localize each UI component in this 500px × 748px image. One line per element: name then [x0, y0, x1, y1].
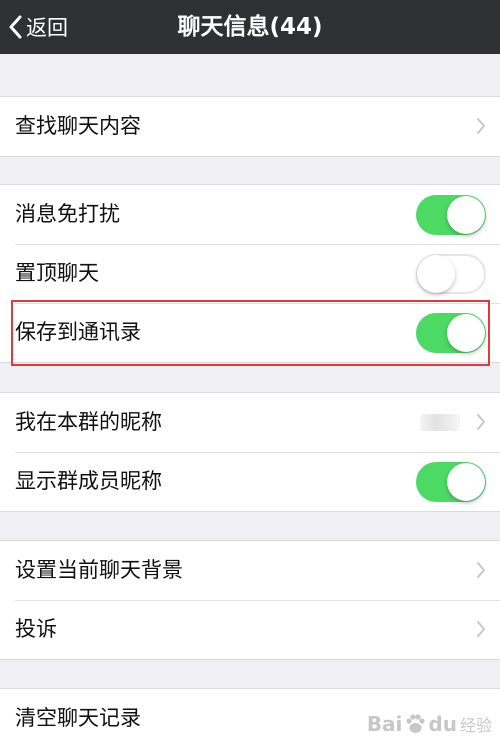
set-chat-background-row[interactable]: 设置当前聊天背景	[0, 541, 500, 600]
mute-notifications-label: 消息免打扰	[15, 202, 120, 226]
chat-settings-group: 消息免打扰 置顶聊天 保存到通讯录	[0, 184, 500, 363]
navigation-bar: 返回 聊天信息(44)	[0, 0, 500, 54]
page-title: 聊天信息(44)	[177, 14, 323, 40]
watermark-brand-end: du	[428, 712, 457, 736]
save-to-contacts-row: 保存到通讯录	[0, 303, 500, 362]
find-chat-content-label: 查找聊天内容	[15, 114, 141, 138]
complain-label: 投诉	[15, 617, 57, 641]
complain-row[interactable]: 投诉	[0, 600, 500, 659]
back-chevron-icon	[9, 15, 22, 39]
mute-notifications-row: 消息免打扰	[0, 185, 500, 244]
chevron-right-icon	[477, 118, 485, 134]
toggle-knob	[417, 255, 455, 293]
chat-background-group: 设置当前聊天背景 投诉	[0, 540, 500, 660]
watermark-sub: 经验	[459, 716, 492, 735]
toggle-knob	[447, 196, 485, 234]
pin-chat-label: 置顶聊天	[15, 261, 99, 285]
baidu-watermark: Bai du 经验	[367, 707, 492, 741]
search-group: 查找聊天内容	[0, 96, 500, 157]
back-button[interactable]: 返回	[8, 0, 68, 54]
chevron-right-icon	[477, 414, 485, 430]
my-group-nickname-label: 我在本群的昵称	[15, 410, 162, 434]
show-member-nicknames-toggle[interactable]	[416, 462, 486, 502]
group-info-group: 我在本群的昵称 显示群成员昵称	[0, 392, 500, 512]
chevron-right-icon	[477, 621, 485, 637]
blurred-nickname-value	[420, 414, 460, 431]
save-to-contacts-label: 保存到通讯录	[15, 320, 141, 344]
baidu-paw-icon	[406, 714, 426, 733]
pin-chat-row: 置顶聊天	[0, 244, 500, 303]
watermark-brand: Bai	[366, 712, 403, 736]
my-group-nickname-row[interactable]: 我在本群的昵称	[0, 393, 500, 452]
pin-chat-toggle[interactable]	[416, 254, 486, 294]
set-chat-background-label: 设置当前聊天背景	[15, 558, 183, 582]
show-member-nicknames-label: 显示群成员昵称	[15, 469, 162, 493]
toggle-knob	[447, 314, 485, 352]
save-to-contacts-toggle[interactable]	[416, 313, 486, 353]
mute-notifications-toggle[interactable]	[416, 195, 486, 235]
find-chat-content-row[interactable]: 查找聊天内容	[0, 97, 500, 156]
chevron-right-icon	[477, 562, 485, 578]
clear-chat-history-label: 清空聊天记录	[15, 706, 141, 730]
toggle-knob	[447, 463, 485, 501]
show-member-nicknames-row: 显示群成员昵称	[0, 452, 500, 511]
back-label: 返回	[26, 16, 68, 40]
